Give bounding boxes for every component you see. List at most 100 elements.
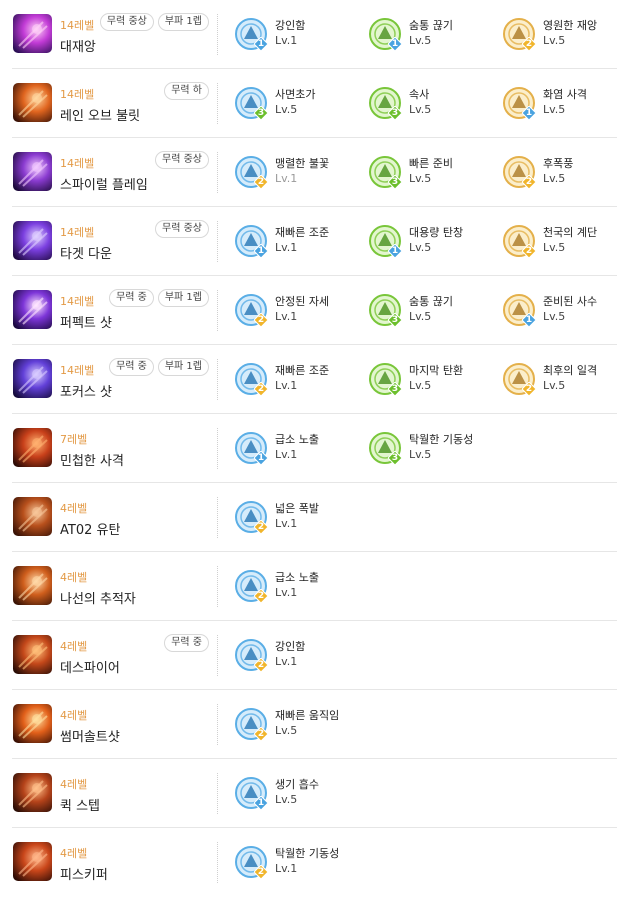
tripod-option[interactable]: 2 맹렬한 불꽃 Lv.1	[234, 155, 369, 193]
tripod-level: Lv.1	[275, 517, 298, 530]
tripod-option[interactable]: 1 강인함 Lv.1	[234, 17, 369, 55]
tripod-name: 안정된 자세	[275, 295, 330, 308]
tripod-level: Lv.5	[543, 241, 566, 254]
tripod-option[interactable]: 3 탁월한 기동성 Lv.5	[368, 431, 503, 469]
tripod-name: 탁월한 기동성	[275, 847, 340, 860]
tripod-option[interactable]: 2 영원한 재앙 Lv.5	[502, 17, 617, 55]
tripod-option[interactable]: 2 넓은 폭발 Lv.1	[234, 500, 369, 538]
tripod-name: 강인함	[275, 640, 306, 653]
tier-badge: 1	[388, 244, 402, 258]
tripod-option[interactable]: 3 숨통 끊기 Lv.5	[368, 293, 503, 331]
skill-level: 4레벨	[60, 847, 88, 860]
tripod-option[interactable]: 2 급소 노출 Lv.1	[234, 569, 369, 607]
skill-badges: 무력 중상	[155, 151, 209, 169]
tier-badge: 2	[254, 382, 268, 396]
row-divider	[217, 359, 218, 400]
row-divider	[217, 566, 218, 607]
tier-badge: 1	[254, 796, 268, 810]
tripod-option[interactable]: 2 강인함 Lv.1	[234, 638, 369, 676]
skill-name: 포커스 샷	[60, 385, 112, 400]
skill-row[interactable]: 14레벨 레인 오브 불릿 무력 하 3 사면초가 Lv.5 3 속사 Lv.5 1 화염 사격 Lv…	[12, 69, 617, 138]
row-divider	[217, 773, 218, 814]
skill-name: 나선의 추적자	[60, 592, 136, 607]
tripod-level: Lv.1	[275, 379, 298, 392]
tripod-option[interactable]: 2 최후의 일격 Lv.5	[502, 362, 617, 400]
tripod-level: Lv.1	[275, 448, 298, 461]
skill-level: 4레벨	[60, 778, 88, 791]
tripod-name: 사면초가	[275, 88, 316, 101]
skill-name: 타겟 다운	[60, 247, 112, 262]
skill-row[interactable]: 4레벨 데스파이어 무력 중 2 강인함 Lv.1	[12, 621, 617, 690]
skill-row[interactable]: 14레벨 퍼펙트 샷 무력 중 부파 1렙 2 안정된 자세 Lv.1 3 숨통 끊기 Lv.5 1…	[12, 276, 617, 345]
skill-level: 7레벨	[60, 433, 88, 446]
peacekeeper-skill-icon	[13, 842, 52, 881]
tripod-name: 마지막 탄환	[409, 364, 464, 377]
tripod-option[interactable]: 3 속사 Lv.5	[368, 86, 503, 124]
skill-level: 14레벨	[60, 19, 95, 32]
tripod-name: 속사	[409, 88, 430, 101]
skill-row[interactable]: 4레벨 나선의 추적자 2 급소 노출 Lv.1	[12, 552, 617, 621]
tripod-option[interactable]: 2 재빠른 움직임 Lv.5	[234, 707, 369, 745]
tripod-name: 숨통 끊기	[409, 295, 453, 308]
tripod-level: Lv.5	[409, 103, 432, 116]
tripod-option[interactable]: 1 화염 사격 Lv.5	[502, 86, 617, 124]
skill-row[interactable]: 4레벨 퀵 스텝 1 생기 흡수 Lv.5	[12, 759, 617, 828]
tier-number: 2	[525, 246, 533, 256]
tripod-name: 천국의 계단	[543, 226, 598, 239]
tripod-option[interactable]: 3 사면초가 Lv.5	[234, 86, 369, 124]
row-divider	[217, 14, 218, 55]
row-divider	[217, 83, 218, 124]
tier-number: 2	[257, 867, 265, 877]
tripod-name: 화염 사격	[543, 88, 587, 101]
tier-badge: 2	[254, 727, 268, 741]
skill-badges: 무력 중상 부파 1렙	[99, 13, 209, 31]
tripod-name: 재빠른 조준	[275, 364, 330, 377]
skill-badges: 무력 중	[164, 634, 209, 652]
tripod-level: Lv.1	[275, 655, 298, 668]
tripod-name: 급소 노출	[275, 433, 319, 446]
tier-number: 2	[257, 660, 265, 670]
tripod-option[interactable]: 3 마지막 탄환 Lv.5	[368, 362, 503, 400]
tripod-option[interactable]: 1 대용량 탄창 Lv.5	[368, 224, 503, 262]
skill-row[interactable]: 7레벨 민첩한 사격 1 급소 노출 Lv.1 3 탁월한 기동성 Lv.5	[12, 414, 617, 483]
tripod-option[interactable]: 1 준비된 사수 Lv.5	[502, 293, 617, 331]
tripod-option[interactable]: 1 재빠른 조준 Lv.1	[234, 224, 369, 262]
skill-badge: 무력 중	[164, 634, 209, 652]
skill-row[interactable]: 4레벨 썸머솔트샷 2 재빠른 움직임 Lv.5	[12, 690, 617, 759]
tier-badge: 2	[522, 382, 536, 396]
skill-badge: 무력 중상	[155, 151, 209, 169]
skill-row[interactable]: 14레벨 포커스 샷 무력 중 부파 1렙 2 재빠른 조준 Lv.1 3 마지막 탄환 Lv.5…	[12, 345, 617, 414]
tier-number: 1	[257, 453, 265, 463]
skill-row[interactable]: 14레벨 스파이럴 플레임 무력 중상 2 맹렬한 불꽃 Lv.1 3 빠른 준비 Lv.5 2 후…	[12, 138, 617, 207]
skill-badges: 무력 중 부파 1렙	[109, 358, 209, 376]
tripod-level: Lv.5	[543, 172, 566, 185]
skill-row[interactable]: 14레벨 대재앙 무력 중상 부파 1렙 1 강인함 Lv.1 1 숨통 끊기 Lv.5 2 영원한 …	[12, 0, 617, 69]
somersault-shot-skill-icon	[13, 704, 52, 743]
skill-name: 퍼펙트 샷	[60, 316, 112, 331]
tripod-level: Lv.5	[409, 448, 432, 461]
rain-of-bullets-skill-icon	[13, 83, 52, 122]
tripod-level: Lv.5	[275, 103, 298, 116]
skill-badge: 무력 중	[109, 358, 154, 376]
row-divider	[217, 290, 218, 331]
tripod-option[interactable]: 1 급소 노출 Lv.1	[234, 431, 369, 469]
tier-badge: 3	[388, 382, 402, 396]
tripod-option[interactable]: 2 천국의 계단 Lv.5	[502, 224, 617, 262]
spiral-flame-skill-icon	[13, 152, 52, 191]
tripod-option[interactable]: 2 후폭풍 Lv.5	[502, 155, 617, 193]
skill-row[interactable]: 14레벨 타겟 다운 무력 중상 1 재빠른 조준 Lv.1 1 대용량 탄창 Lv.5 2 천국의…	[12, 207, 617, 276]
tripod-option[interactable]: 1 생기 흡수 Lv.5	[234, 776, 369, 814]
skill-row[interactable]: 4레벨 피스키퍼 2 탁월한 기동성 Lv.1	[12, 828, 617, 897]
tier-badge: 2	[254, 658, 268, 672]
tripod-option[interactable]: 2 재빠른 조준 Lv.1	[234, 362, 369, 400]
skill-row[interactable]: 4레벨 AT02 유탄 2 넓은 폭발 Lv.1	[12, 483, 617, 552]
tripod-option[interactable]: 1 숨통 끊기 Lv.5	[368, 17, 503, 55]
row-divider	[217, 152, 218, 193]
skill-name: 썸머솔트샷	[60, 730, 120, 745]
tripod-option[interactable]: 3 빠른 준비 Lv.5	[368, 155, 503, 193]
tier-number: 2	[525, 39, 533, 49]
tripod-option[interactable]: 2 안정된 자세 Lv.1	[234, 293, 369, 331]
tripod-option[interactable]: 2 탁월한 기동성 Lv.1	[234, 845, 369, 883]
skill-badges: 무력 하	[164, 82, 209, 100]
tier-badge: 1	[254, 244, 268, 258]
